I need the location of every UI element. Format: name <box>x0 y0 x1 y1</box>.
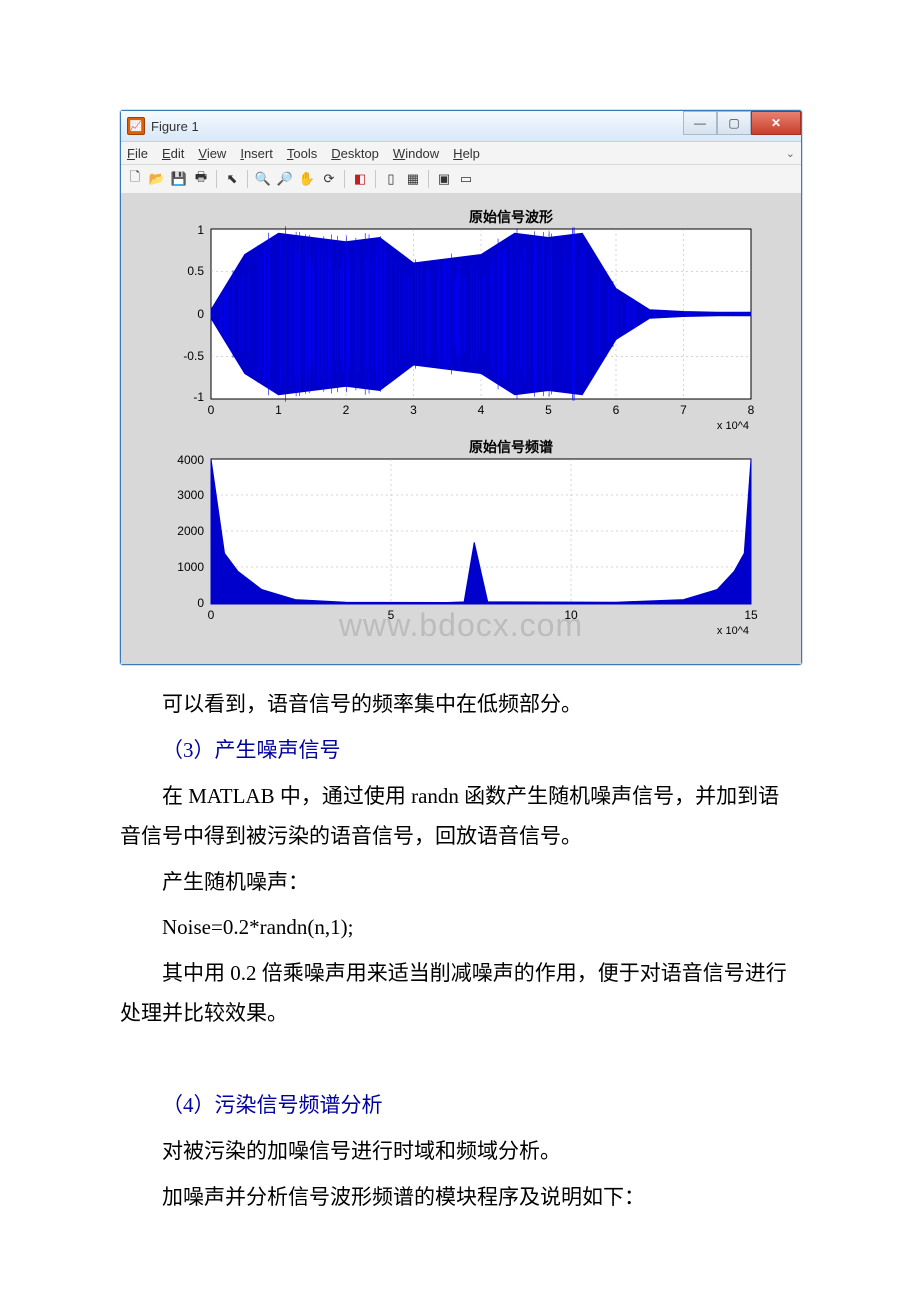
svg-text:-1: -1 <box>193 390 204 404</box>
svg-text:1: 1 <box>275 403 282 417</box>
svg-text:0.5: 0.5 <box>187 264 204 278</box>
pointer-icon[interactable]: ⬉ <box>222 169 242 189</box>
svg-text:2000: 2000 <box>177 524 204 538</box>
toolbar-separator <box>375 170 376 188</box>
svg-text:0: 0 <box>197 596 204 610</box>
menu-edit[interactable]: Edit <box>162 146 184 161</box>
matlab-icon: 📈 <box>127 117 145 135</box>
svg-text:4: 4 <box>478 403 485 417</box>
toolbar-separator <box>216 170 217 188</box>
menu-desktop[interactable]: Desktop <box>331 146 379 161</box>
open-icon[interactable]: 📂 <box>147 169 167 189</box>
window-controls: — ▢ ✕ <box>683 111 801 133</box>
zoom-out-icon[interactable]: 🔎 <box>275 169 295 189</box>
svg-text:4000: 4000 <box>177 453 204 467</box>
chart1-title: 原始信号波形 <box>469 209 553 226</box>
chart2-axes: 4000 3000 2000 1000 0 0 5 10 15 x 10^4 <box>177 453 758 637</box>
save-icon[interactable]: 💾 <box>169 169 189 189</box>
svg-text:5: 5 <box>545 403 552 417</box>
matlab-figure-window: 📈 Figure 1 — ▢ ✕ File Edit View Insert T… <box>120 110 802 665</box>
zoom-in-icon[interactable]: 🔍 <box>253 169 273 189</box>
svg-text:3: 3 <box>410 403 417 417</box>
svg-text:0: 0 <box>208 403 215 417</box>
colorbar-icon[interactable]: ▦ <box>403 169 423 189</box>
svg-text:-0.5: -0.5 <box>183 349 204 363</box>
svg-text:10: 10 <box>564 608 578 622</box>
svg-text:15: 15 <box>744 608 758 622</box>
paragraph: 其中用 0.2 倍乘噪声用来适当削减噪声的作用，便于对语音信号进行处理并比较效果… <box>120 954 800 1034</box>
legend-icon[interactable]: ▣ <box>434 169 454 189</box>
menu-window[interactable]: Window <box>393 146 439 161</box>
toolbar: 🗋 📂 💾 🖶 ⬉ 🔍 🔎 ✋ ⟳ ◧ ▯ ▦ ▣ ▭ <box>121 165 801 194</box>
chart1-xscale: x 10^4 <box>717 420 749 432</box>
menu-help[interactable]: Help <box>453 146 480 161</box>
toolbar-separator <box>247 170 248 188</box>
data-cursor-icon[interactable]: ◧ <box>350 169 370 189</box>
window-titlebar: 📈 Figure 1 — ▢ ✕ <box>121 111 801 142</box>
new-file-icon[interactable]: 🗋 <box>125 169 145 189</box>
paragraph: 加噪声并分析信号波形频谱的模块程序及说明如下： <box>120 1178 800 1218</box>
close-button[interactable]: ✕ <box>751 111 801 135</box>
paragraph: 产生随机噪声： <box>120 863 800 903</box>
plot-area: 原始信号波形 <box>121 194 801 664</box>
paragraph <box>120 1040 800 1080</box>
svg-text:1000: 1000 <box>177 560 204 574</box>
menu-file[interactable]: File <box>127 146 148 161</box>
svg-text:0: 0 <box>197 307 204 321</box>
svg-text:6: 6 <box>613 403 620 417</box>
svg-text:0: 0 <box>208 608 215 622</box>
paragraph: 对被污染的加噪信号进行时域和频域分析。 <box>120 1132 800 1172</box>
menu-tools[interactable]: Tools <box>287 146 317 161</box>
menu-insert[interactable]: Insert <box>240 146 273 161</box>
svg-text:5: 5 <box>388 608 395 622</box>
charts-svg: 原始信号波形 <box>131 204 791 644</box>
svg-text:7: 7 <box>680 403 687 417</box>
code-line: Noise=0.2*randn(n,1); <box>120 908 800 948</box>
print-icon[interactable]: 🖶 <box>191 169 211 189</box>
svg-text:3000: 3000 <box>177 488 204 502</box>
menu-corner-icon: ⌄ <box>786 147 795 160</box>
svg-text:8: 8 <box>748 403 755 417</box>
brush-icon[interactable]: ▯ <box>381 169 401 189</box>
maximize-button[interactable]: ▢ <box>717 111 751 135</box>
dock-icon[interactable]: ▭ <box>456 169 476 189</box>
svg-text:2: 2 <box>343 403 350 417</box>
document-body: 可以看到，语音信号的频率集中在低频部分。 （3）产生噪声信号 在 MATLAB … <box>120 685 800 1218</box>
chart2-title: 原始信号频谱 <box>469 439 553 456</box>
pan-icon[interactable]: ✋ <box>297 169 317 189</box>
toolbar-separator <box>428 170 429 188</box>
toolbar-separator <box>344 170 345 188</box>
rotate-icon[interactable]: ⟳ <box>319 169 339 189</box>
minimize-button[interactable]: — <box>683 111 717 135</box>
paragraph: 可以看到，语音信号的频率集中在低频部分。 <box>120 685 800 725</box>
svg-text:1: 1 <box>197 223 204 237</box>
section-heading: （3）产生噪声信号 <box>120 731 800 771</box>
window-title: Figure 1 <box>151 119 199 134</box>
menu-view[interactable]: View <box>198 146 226 161</box>
paragraph: 在 MATLAB 中，通过使用 randn 函数产生随机噪声信号，并加到语音信号… <box>120 777 800 857</box>
chart2-xscale: x 10^4 <box>717 625 749 637</box>
section-heading: （4）污染信号频谱分析 <box>120 1086 800 1126</box>
menubar: File Edit View Insert Tools Desktop Wind… <box>121 142 801 165</box>
